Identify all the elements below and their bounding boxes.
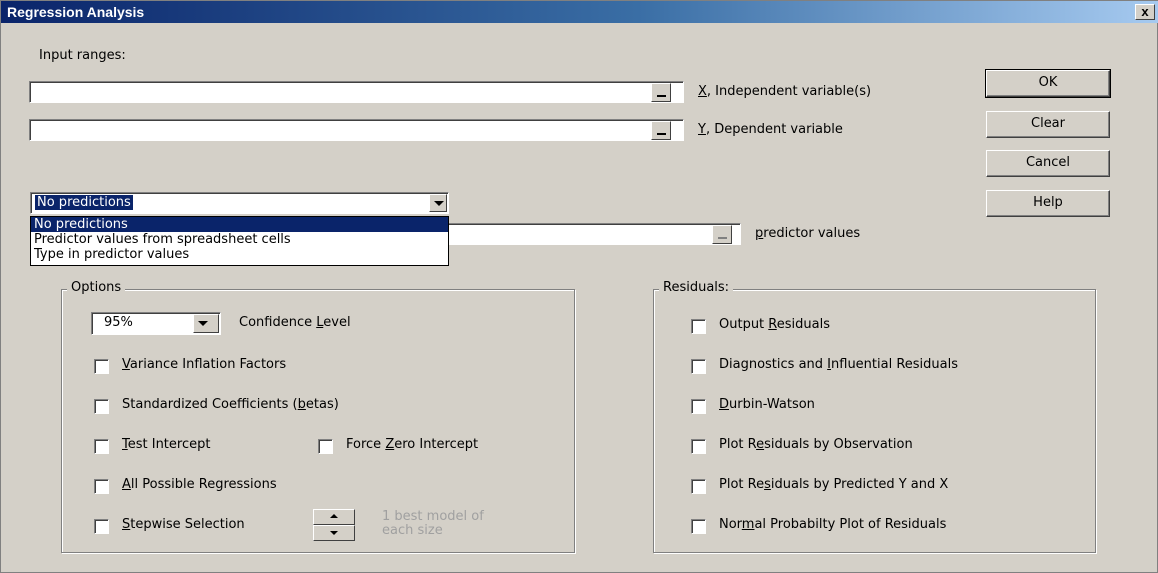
durbin-watson-label: Durbin-Watson xyxy=(719,397,815,412)
predictions-option-cells[interactable]: Predictor values from spreadsheet cells xyxy=(31,232,448,247)
confidence-level-select[interactable]: 95% xyxy=(91,312,221,335)
x-variable-label: X, Independent variable(s) xyxy=(698,84,872,99)
confidence-level-label: Confidence Level xyxy=(239,315,351,330)
predictions-option-type[interactable]: Type in predictor values xyxy=(31,247,448,262)
force-zero-label: Force Zero Intercept xyxy=(346,437,479,452)
predictions-selected-value: No predictions xyxy=(35,195,133,210)
predictions-option-none[interactable]: No predictions xyxy=(31,217,448,232)
confidence-level-value: 95% xyxy=(104,315,133,330)
plot-pred-label: Plot Residuals by Predicted Y and X xyxy=(719,477,949,492)
plot-obs-checkbox[interactable] xyxy=(691,439,706,454)
chevron-down-icon[interactable] xyxy=(193,314,219,333)
chevron-down-icon[interactable] xyxy=(429,194,447,212)
diagnostics-checkbox[interactable] xyxy=(691,359,706,374)
plot-obs-label: Plot Residuals by Observation xyxy=(719,437,913,452)
input-ranges-label: Input ranges: xyxy=(39,48,126,63)
y-variable-label: Y, Dependent variable xyxy=(698,122,843,137)
x-range-ref-button[interactable] xyxy=(651,83,671,102)
std-coef-label: Standardized Coefficients (betas) xyxy=(122,397,339,412)
all-possible-label: All Possible Regressions xyxy=(122,477,277,492)
predictor-ref-button[interactable] xyxy=(712,225,732,244)
test-intercept-checkbox[interactable] xyxy=(94,439,109,454)
cancel-button[interactable]: Cancel xyxy=(986,150,1110,177)
best-model-label: 1 best model of each size xyxy=(382,509,484,538)
collapse-icon xyxy=(657,133,666,135)
diagnostics-label: Diagnostics and Influential Residuals xyxy=(719,357,959,372)
normal-plot-label: Normal Probabilty Plot of Residuals xyxy=(719,517,947,532)
all-possible-checkbox[interactable] xyxy=(94,479,109,494)
y-range-input[interactable] xyxy=(29,119,684,141)
vif-label: Variance Inflation Factors xyxy=(122,357,287,372)
spinner-down-icon[interactable] xyxy=(313,525,355,541)
title-bar: Regression Analysis x xyxy=(1,1,1158,23)
predictor-values-input[interactable] xyxy=(411,223,741,245)
clear-button[interactable]: Clear xyxy=(986,111,1110,138)
ok-button[interactable]: OK xyxy=(985,69,1111,98)
window-title: Regression Analysis xyxy=(7,4,145,20)
y-range-ref-button[interactable] xyxy=(651,121,671,140)
x-range-input[interactable] xyxy=(29,81,684,103)
residuals-group-title: Residuals: xyxy=(659,280,734,295)
collapse-icon xyxy=(657,95,666,97)
test-intercept-label: Test Intercept xyxy=(122,437,211,452)
options-group-title: Options xyxy=(67,280,126,295)
durbin-watson-checkbox[interactable] xyxy=(691,399,706,414)
output-residuals-checkbox[interactable] xyxy=(691,319,706,334)
predictions-dropdown-list: No predictions Predictor values from spr… xyxy=(30,216,449,266)
normal-plot-checkbox[interactable] xyxy=(691,519,706,534)
std-coef-checkbox[interactable] xyxy=(94,399,109,414)
stepwise-label: Stepwise Selection xyxy=(122,517,245,532)
predictor-values-label: predictor values xyxy=(755,226,861,241)
regression-dialog: Regression Analysis x Input ranges: X, I… xyxy=(0,0,1158,573)
vif-checkbox[interactable] xyxy=(94,359,109,374)
plot-pred-checkbox[interactable] xyxy=(691,479,706,494)
help-button[interactable]: Help xyxy=(986,190,1110,217)
collapse-icon xyxy=(718,237,727,239)
predictions-select[interactable]: No predictions xyxy=(30,192,449,214)
close-button[interactable]: x xyxy=(1135,4,1155,20)
output-residuals-label: Output Residuals xyxy=(719,317,830,332)
spinner-up-icon[interactable] xyxy=(313,509,355,525)
stepwise-checkbox[interactable] xyxy=(94,519,109,534)
best-model-spinner[interactable] xyxy=(313,509,355,541)
force-zero-checkbox[interactable] xyxy=(318,439,333,454)
